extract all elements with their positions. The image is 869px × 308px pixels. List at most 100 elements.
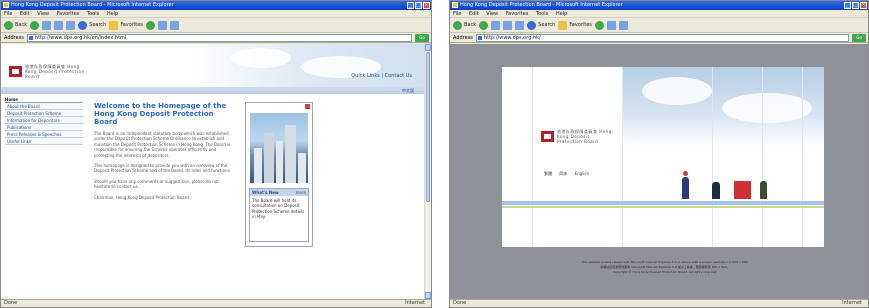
refresh-icon [54,20,64,30]
language-link[interactable]: 中文版 [402,88,414,94]
menu-view[interactable]: View [486,11,498,17]
group-figure [734,181,751,199]
title-bar: Hong Kong Deposit Protection Board - Mic… [1,1,431,10]
whats-new-heading: What's New more [250,189,308,196]
favorites-star-icon [558,20,568,30]
menu-bar: File Edit View Favorites Tools Help [450,10,868,18]
scroll-up-arrow-icon[interactable] [425,44,431,51]
menu-edit[interactable]: Edit [469,11,479,17]
forward-button[interactable] [30,20,40,30]
site-logo[interactable]: 香港存款保障委員會 Hong Kong Deposit Protection B… [9,64,85,79]
media-button[interactable] [145,20,155,30]
stop-icon [491,20,501,30]
refresh-button[interactable] [54,20,64,30]
page-viewport: 香港存款保障委員會 Hong Kong Deposit Protection B… [450,44,868,299]
vertical-scrollbar[interactable] [424,44,431,299]
address-input[interactable]: http://www.dps.org.hk/ [475,33,849,42]
logo-text: 香港存款保障委員會 Hong Kong Deposit Protection B… [25,64,85,79]
person-figure [712,182,720,199]
menu-help[interactable]: Help [556,11,567,17]
city-skyline-photo [250,113,308,183]
menu-bar: File Edit View Favorites Tools Help [1,10,431,18]
favorites-star-icon [109,20,119,30]
feature-panel: What's New more The Board will hold its … [245,102,313,247]
maximize-button[interactable]: □ [415,2,422,9]
menu-favorites[interactable]: Favorites [506,11,529,17]
close-button[interactable]: × [860,2,867,9]
go-button[interactable]: Go [852,33,866,42]
maximize-button[interactable]: □ [852,2,859,9]
browser-window-right: Hong Kong Deposit Protection Board - Mic… [449,0,869,308]
lang-traditional-link[interactable]: 繁體 [544,171,552,176]
search-icon [78,20,88,30]
person-figure [682,177,689,199]
mail-icon [606,20,616,30]
back-button[interactable]: Back [453,20,476,30]
nav-item[interactable]: About the Board [5,103,83,110]
menu-file[interactable]: File [4,11,12,17]
signature: Chairman, Hong Kong Deposit Protection B… [94,194,189,200]
search-label: Search [538,22,556,28]
minimize-button[interactable]: _ [844,2,851,9]
home-button[interactable] [66,20,76,30]
media-button[interactable] [594,20,604,30]
menu-tools[interactable]: Tools [87,11,99,17]
nav-item[interactable]: Publications [5,124,83,131]
address-input[interactable]: http://www.dps.org.hk/en/index.html [26,33,412,42]
mail-button[interactable] [606,20,616,30]
sky-graphic [622,67,824,147]
nav-item[interactable]: Information for Depositors [5,117,83,124]
lang-english-link[interactable]: English [575,171,589,176]
paragraph: Should you have any comments or suggesti… [94,178,219,190]
site-logo[interactable]: 香港存款保障委員會 Hong Kong Deposit Protection B… [541,129,613,144]
logo-text: 香港存款保障委員會 Hong Kong Deposit Protection B… [557,129,612,144]
toolbar: Back Search Favorites [450,18,868,33]
lang-simplified-link[interactable]: 简体 [559,171,567,176]
header-links[interactable]: Quick Links | Contact Us [351,73,412,79]
ie-app-icon [452,2,458,8]
print-icon [169,20,179,30]
menu-tools[interactable]: Tools [536,11,548,17]
mail-button[interactable] [157,20,167,30]
print-button[interactable] [618,20,628,30]
forward-button[interactable] [479,20,489,30]
status-bar: Done Internet [1,299,431,307]
menu-file[interactable]: File [453,11,461,17]
nav-item[interactable]: Press Releases & Speeches [5,131,83,138]
window-controls: _ □ × [407,2,430,9]
go-button[interactable]: Go [415,33,429,42]
status-bar: Done Internet [450,299,868,307]
page-heading: Welcome to the Homepage of the Hong Kong… [94,102,227,126]
ie-app-icon [3,2,9,8]
nav-item[interactable]: Deposit Protection Scheme [5,110,83,117]
refresh-icon [503,20,513,30]
favorites-button[interactable]: Favorites [558,20,592,30]
search-button[interactable]: Search [527,20,556,30]
close-icon[interactable] [305,104,310,109]
stop-button[interactable] [42,20,52,30]
minimize-button[interactable]: _ [407,2,414,9]
scroll-down-arrow-icon[interactable] [425,292,431,299]
search-button[interactable]: Search [78,20,106,30]
menu-view[interactable]: View [37,11,49,17]
home-button[interactable] [515,20,525,30]
forward-arrow-icon [30,20,40,30]
scroll-thumb[interactable] [426,52,430,202]
refresh-button[interactable] [503,20,513,30]
back-arrow-icon [453,20,462,30]
menu-edit[interactable]: Edit [20,11,30,17]
menu-help[interactable]: Help [107,11,118,17]
close-button[interactable]: × [423,2,430,9]
back-button[interactable]: Back [4,20,27,30]
nav-item[interactable]: Useful Links [5,138,83,145]
menu-favorites[interactable]: Favorites [57,11,80,17]
paragraph: This homepage is designed to provide you… [94,163,231,174]
print-button[interactable] [169,20,179,30]
stop-button[interactable] [491,20,501,30]
more-link[interactable]: more [296,189,306,196]
language-selector: 繁體 简体 English [544,171,595,177]
whats-new-text[interactable]: The Board will hold its consultation on … [250,196,308,222]
paragraph: The Board is an independent statutory bo… [94,131,231,158]
favorites-button[interactable]: Favorites [109,20,143,30]
cloud-graphic [642,77,712,105]
